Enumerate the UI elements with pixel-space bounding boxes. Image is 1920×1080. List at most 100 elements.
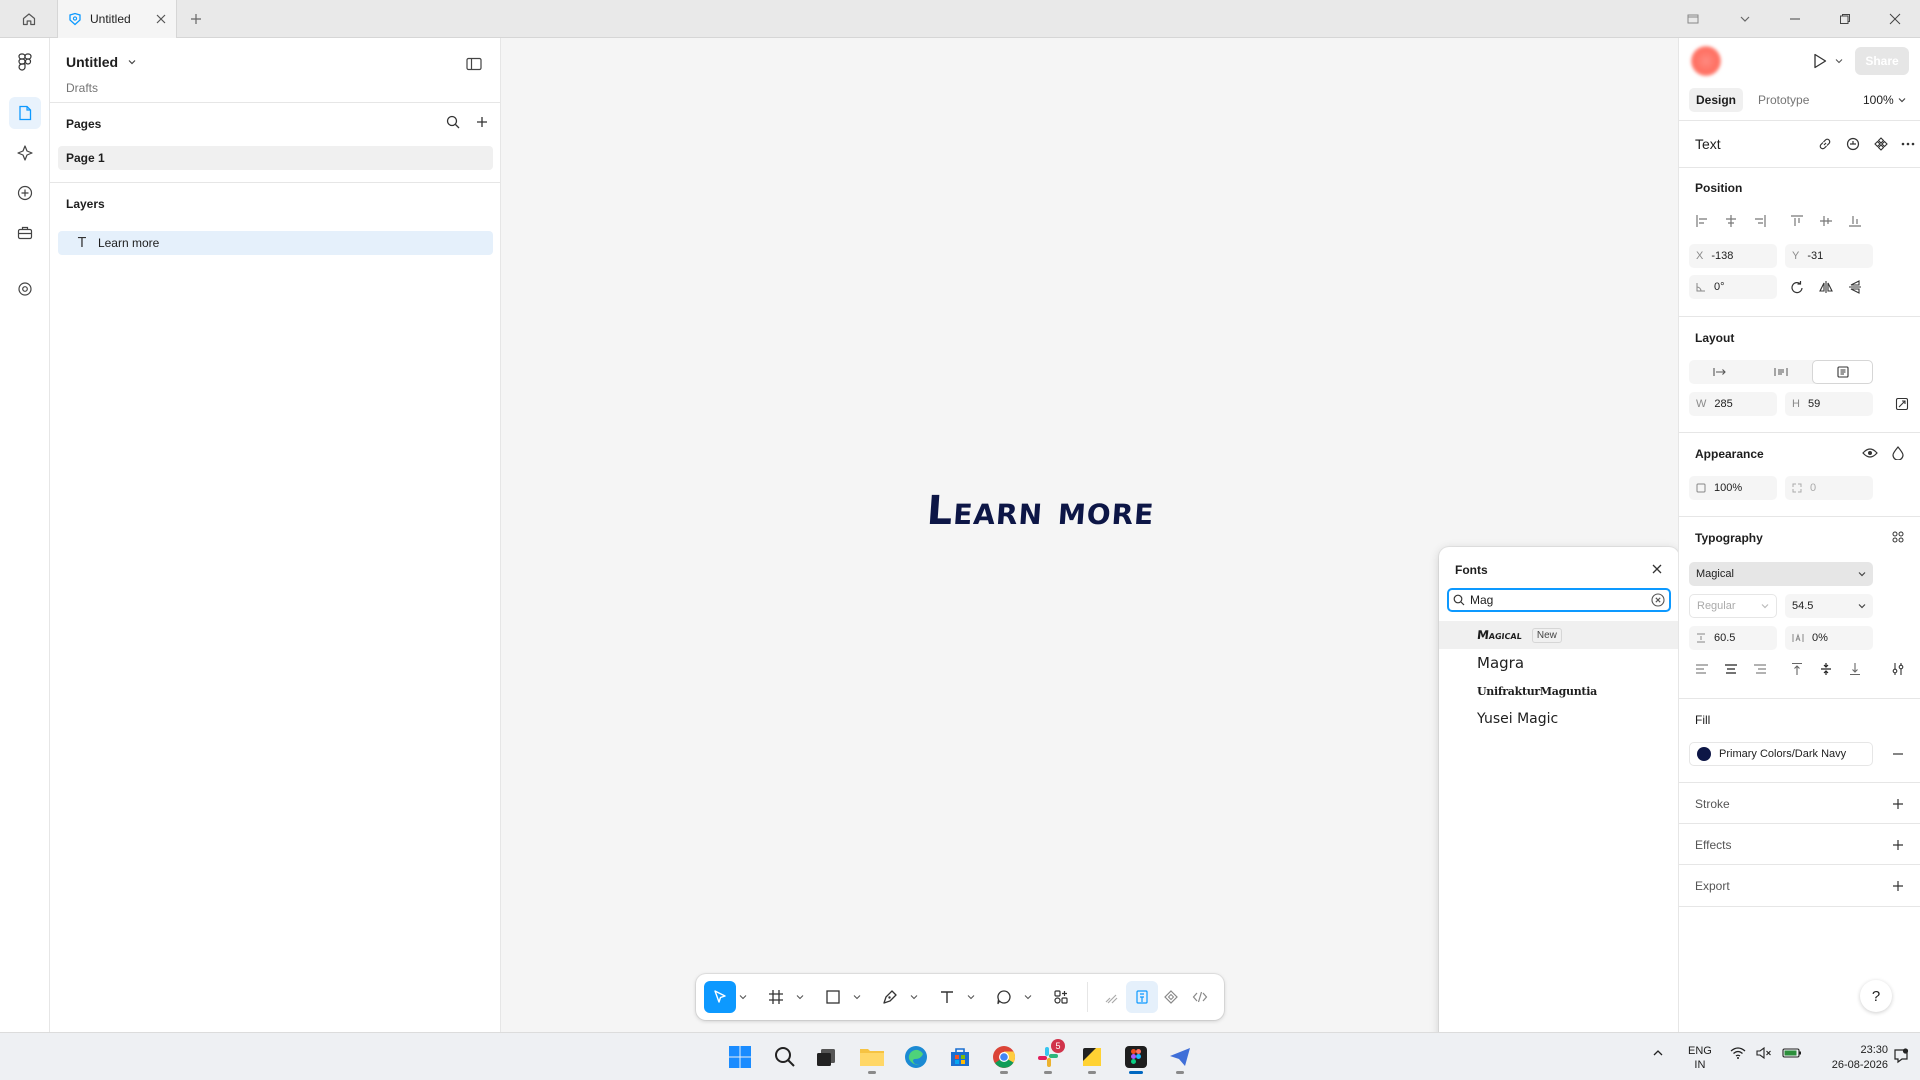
- file-pages-button[interactable]: [9, 97, 41, 129]
- tab-prototype[interactable]: Prototype: [1752, 88, 1815, 112]
- file-tab[interactable]: Untitled: [57, 0, 177, 38]
- file-location[interactable]: Drafts: [66, 81, 98, 95]
- assets-button[interactable]: [9, 137, 41, 169]
- fixed-size-option[interactable]: [1812, 360, 1873, 384]
- rotation-field[interactable]: 0°: [1689, 275, 1777, 299]
- new-tab-button[interactable]: [184, 0, 208, 38]
- text-align-left-button[interactable]: [1691, 658, 1713, 680]
- canvas-text-layer[interactable]: Learn more: [925, 488, 1156, 534]
- opacity-field[interactable]: 100%: [1689, 476, 1777, 500]
- auto-width-option[interactable]: [1689, 360, 1750, 384]
- close-window-button[interactable]: [1872, 0, 1918, 38]
- align-middle-button[interactable]: [1815, 210, 1837, 232]
- share-button[interactable]: Share: [1855, 47, 1909, 75]
- present-options-caret[interactable]: [1834, 56, 1844, 66]
- type-settings-button[interactable]: [1887, 658, 1909, 680]
- text-tool-button[interactable]: [931, 981, 963, 1013]
- resources-button[interactable]: [9, 217, 41, 249]
- add-export-button[interactable]: [1887, 875, 1909, 897]
- canvas[interactable]: Learn more Fonts Magical New Magra Unifr…: [501, 38, 1679, 1053]
- move-tool-caret[interactable]: [738, 992, 748, 1002]
- pen-tool-caret[interactable]: [909, 992, 919, 1002]
- taskbar-chrome[interactable]: [986, 1039, 1022, 1075]
- tab-design[interactable]: Design: [1689, 88, 1744, 112]
- add-page-button[interactable]: [471, 111, 493, 133]
- taskbar-search-button[interactable]: [767, 1039, 803, 1075]
- font-size-field[interactable]: 54.5: [1785, 594, 1873, 618]
- present-button[interactable]: [1809, 50, 1831, 72]
- main-menu-button[interactable]: [9, 46, 41, 78]
- search-pages-button[interactable]: [442, 111, 464, 133]
- auto-height-option[interactable]: [1750, 360, 1812, 384]
- remove-fill-button[interactable]: [1887, 743, 1909, 765]
- restore-button[interactable]: [1822, 0, 1868, 38]
- align-right-button[interactable]: [1749, 210, 1771, 232]
- more-options-button[interactable]: [1897, 133, 1919, 155]
- move-tool-button[interactable]: [704, 981, 736, 1013]
- shape-tool-button[interactable]: [817, 981, 849, 1013]
- file-title-menu[interactable]: Untitled: [66, 54, 136, 70]
- design-mode-button[interactable]: [1126, 981, 1158, 1013]
- style-button[interactable]: [1842, 133, 1864, 155]
- constrain-proportions-button[interactable]: [1891, 393, 1913, 415]
- start-button[interactable]: [722, 1039, 758, 1075]
- taskbar-file-explorer[interactable]: [854, 1039, 890, 1075]
- settings-button[interactable]: [9, 273, 41, 305]
- window-layout-button[interactable]: [1670, 0, 1716, 38]
- align-left-button[interactable]: [1691, 210, 1713, 232]
- toggle-sidebar-button[interactable]: [462, 52, 486, 76]
- add-stroke-button[interactable]: [1887, 793, 1909, 815]
- layer-item[interactable]: T Learn more: [58, 231, 493, 255]
- avatar[interactable]: [1691, 46, 1721, 76]
- link-button[interactable]: [1814, 133, 1836, 155]
- font-option-yusei-magic[interactable]: Yusei Magic: [1439, 705, 1679, 733]
- draw-mode-button[interactable]: [1096, 981, 1128, 1013]
- font-search-input[interactable]: [1470, 593, 1646, 607]
- show-hidden-icons-button[interactable]: [1652, 1047, 1664, 1059]
- text-align-center-button[interactable]: [1720, 658, 1742, 680]
- close-fonts-button[interactable]: [1647, 559, 1667, 579]
- toggle-visibility-button[interactable]: [1859, 442, 1881, 464]
- minimize-button[interactable]: [1772, 0, 1818, 38]
- y-position-field[interactable]: Y -31: [1785, 244, 1873, 268]
- comment-tool-caret[interactable]: [1023, 992, 1033, 1002]
- vertical-align-bottom-button[interactable]: [1844, 658, 1866, 680]
- flip-horizontal-button[interactable]: [1815, 276, 1837, 298]
- tab-list-button[interactable]: [1722, 0, 1768, 38]
- home-button[interactable]: [10, 0, 48, 38]
- taskbar-slack[interactable]: 5: [1030, 1039, 1066, 1075]
- components-mode-button[interactable]: [1155, 981, 1187, 1013]
- language-indicator[interactable]: ENG IN: [1688, 1044, 1712, 1072]
- taskbar-edge[interactable]: [898, 1039, 934, 1075]
- line-height-field[interactable]: 60.5: [1689, 626, 1777, 650]
- vertical-align-middle-button[interactable]: [1815, 658, 1837, 680]
- height-field[interactable]: H 59: [1785, 392, 1873, 416]
- taskbar-sticky-notes[interactable]: [1074, 1039, 1110, 1075]
- corner-radius-field[interactable]: 0: [1785, 476, 1873, 500]
- frame-tool-caret[interactable]: [795, 992, 805, 1002]
- align-top-button[interactable]: [1786, 210, 1808, 232]
- letter-spacing-field[interactable]: 0%: [1785, 626, 1873, 650]
- close-tab-icon[interactable]: [156, 14, 166, 24]
- clock[interactable]: 23:30 26-08-2026: [1824, 1043, 1888, 1073]
- add-effect-button[interactable]: [1887, 834, 1909, 856]
- font-option-unifrakturmaguntia[interactable]: UnifrakturMaguntia: [1439, 677, 1679, 705]
- taskbar-telegram[interactable]: [1162, 1039, 1198, 1075]
- pen-tool-button[interactable]: [874, 981, 906, 1013]
- rotate-button[interactable]: [1786, 276, 1808, 298]
- taskbar-figma[interactable]: [1118, 1039, 1154, 1075]
- fill-style-field[interactable]: Primary Colors/Dark Navy: [1689, 742, 1873, 766]
- align-bottom-button[interactable]: [1844, 210, 1866, 232]
- notifications-button[interactable]: [1893, 1048, 1909, 1064]
- actions-button[interactable]: [1045, 981, 1077, 1013]
- comment-tool-button[interactable]: [988, 981, 1020, 1013]
- align-center-h-button[interactable]: [1720, 210, 1742, 232]
- plugins-button[interactable]: [9, 177, 41, 209]
- blend-mode-button[interactable]: [1887, 442, 1909, 464]
- font-search-box[interactable]: [1447, 588, 1671, 612]
- font-option-magra[interactable]: Magra: [1439, 649, 1679, 677]
- component-button[interactable]: [1870, 133, 1892, 155]
- font-family-dropdown[interactable]: Magical: [1689, 562, 1873, 586]
- system-tray-status[interactable]: [1730, 1047, 1802, 1059]
- text-styles-button[interactable]: [1887, 526, 1909, 548]
